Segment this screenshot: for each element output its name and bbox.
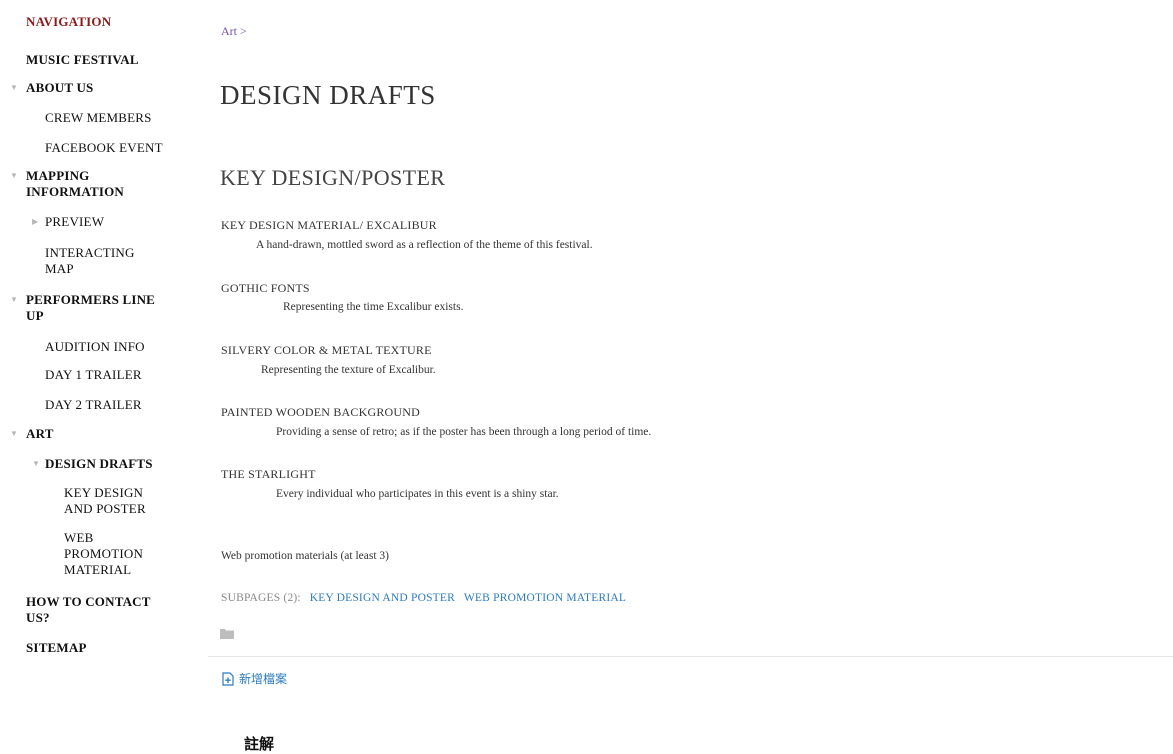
sidebar-item-about-us[interactable]: ABOUT US — [26, 80, 93, 96]
breadcrumb[interactable]: Art > — [221, 24, 247, 39]
web-promotion-text: Web promotion materials (at least 3) — [221, 550, 390, 562]
sidebar-item-day1-trailer[interactable]: DAY 1 TRAILER — [45, 367, 142, 383]
sidebar-item-crew-members[interactable]: CREW MEMBERS — [45, 110, 152, 126]
sidebar-item-label: UP — [26, 308, 44, 323]
subpages-label: SUBPAGES (2): — [221, 592, 301, 604]
subpages-row: SUBPAGES (2): KEY DESIGN AND POSTER WEB … — [221, 592, 626, 604]
add-file-button[interactable]: 新增檔案 — [222, 670, 287, 687]
collapse-triangle-icon[interactable]: ▶ — [32, 214, 38, 230]
section-title: KEY DESIGN/POSTER — [220, 165, 446, 190]
design-item-desc: Representing the texture of Excalibur. — [261, 364, 436, 376]
design-item-title: PAINTED WOODEN BACKGROUND — [221, 405, 421, 419]
divider — [208, 656, 1173, 657]
sidebar-item-interacting-map[interactable]: INTERACTING MAP — [45, 245, 135, 277]
sidebar-item-label: PROMOTION — [64, 546, 144, 561]
sidebar-item-day2-trailer[interactable]: DAY 2 TRAILER — [45, 397, 142, 413]
sidebar-item-art[interactable]: ART — [26, 426, 54, 442]
expand-triangle-icon[interactable]: ▼ — [32, 456, 40, 472]
navigation-heading: NAVIGATION — [26, 14, 112, 29]
sidebar-item-label: MATERIAL — [64, 562, 132, 577]
design-item-desc: A hand-drawn, mottled sword as a reflect… — [256, 239, 593, 251]
sidebar-item-sitemap[interactable]: SITEMAP — [26, 640, 87, 656]
folder-icon[interactable] — [220, 628, 234, 639]
design-item-title: KEY DESIGN MATERIAL/ EXCALIBUR — [221, 218, 437, 232]
sidebar-item-how-to-contact[interactable]: HOW TO CONTACT US? — [26, 594, 151, 626]
sidebar-item-label: MAPPING — [26, 168, 90, 183]
design-item-title: GOTHIC FONTS — [221, 281, 310, 295]
add-file-label: 新增檔案 — [239, 672, 288, 686]
sidebar-item-label: PERFORMERS LINE — [26, 292, 156, 307]
page-title: DESIGN DRAFTS — [220, 80, 436, 110]
sidebar-item-design-drafts[interactable]: DESIGN DRAFTS — [45, 456, 153, 472]
sidebar-item-label: MAP — [45, 261, 74, 276]
expand-triangle-icon[interactable]: ▼ — [10, 80, 18, 96]
design-item-title: SILVERY COLOR & METAL TEXTURE — [221, 343, 432, 357]
subpage-link-web-promotion[interactable]: WEB PROMOTION MATERIAL — [464, 592, 626, 604]
sidebar-item-label: INFORMATION — [26, 184, 125, 199]
expand-triangle-icon[interactable]: ▼ — [10, 168, 18, 184]
sidebar-item-mapping-information[interactable]: MAPPING INFORMATION — [26, 168, 124, 200]
expand-triangle-icon[interactable]: ▼ — [10, 292, 18, 308]
sidebar-item-web-promotion-material[interactable]: WEB PROMOTION MATERIAL — [64, 530, 143, 578]
sidebar-item-key-design-and-poster[interactable]: KEY DESIGN AND POSTER — [64, 485, 146, 517]
sidebar-item-audition-info[interactable]: AUDITION INFO — [45, 339, 145, 355]
sidebar-item-label: US? — [26, 610, 50, 625]
sidebar-item-facebook-event[interactable]: FACEBOOK EVENT — [45, 140, 163, 156]
sidebar-item-performers-line-up[interactable]: PERFORMERS LINE UP — [26, 292, 155, 324]
design-item-desc: Representing the time Excalibur exists. — [283, 301, 464, 313]
comments-heading: 註解 — [244, 735, 275, 753]
sidebar-item-label: AND POSTER — [64, 501, 146, 516]
expand-triangle-icon[interactable]: ▼ — [10, 426, 18, 442]
design-item-desc: Providing a sense of retro; as if the po… — [276, 426, 652, 438]
add-file-icon — [222, 671, 234, 686]
sidebar-item-label: KEY DESIGN — [64, 485, 144, 500]
design-item-title: THE STARLIGHT — [221, 467, 316, 481]
sidebar-item-label: INTERACTING — [45, 245, 135, 260]
subpage-link-key-design[interactable]: KEY DESIGN AND POSTER — [310, 592, 455, 604]
sidebar-item-label: WEB — [64, 530, 94, 545]
sidebar-item-label: HOW TO CONTACT — [26, 594, 151, 609]
design-item-desc: Every individual who participates in thi… — [276, 488, 559, 500]
sidebar-item-music-festival[interactable]: MUSIC FESTIVAL — [26, 52, 139, 68]
sidebar-item-preview[interactable]: PREVIEW — [45, 214, 104, 230]
